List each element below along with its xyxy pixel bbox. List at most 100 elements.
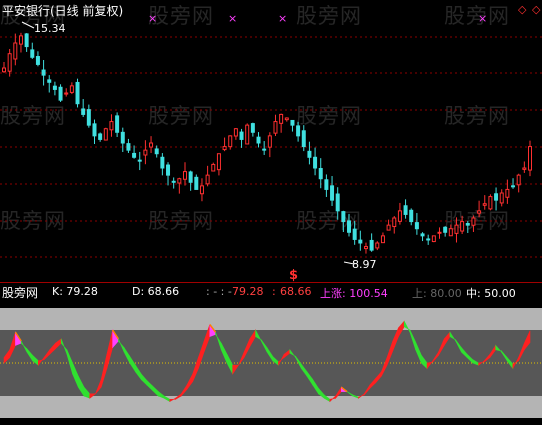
candle-body	[222, 146, 227, 151]
candle-body	[511, 185, 516, 188]
signal-glyph: $	[289, 268, 299, 283]
indicator-header: 股旁网 K: 79.28 D: 68.66 : - : - 79.28 : 68…	[0, 284, 542, 300]
candle-body	[267, 135, 272, 148]
candle-body	[13, 42, 18, 60]
candle-body	[24, 33, 29, 48]
candle-body	[75, 81, 80, 105]
candle-body	[228, 135, 233, 148]
candle-body	[414, 222, 419, 230]
candle-body	[505, 188, 510, 198]
candle-body	[115, 115, 120, 133]
candle-body	[194, 176, 199, 190]
candle-body	[460, 221, 465, 232]
indicator-panel[interactable]	[0, 300, 542, 425]
candle-body	[18, 35, 23, 45]
kd-area-chart[interactable]	[0, 300, 542, 425]
candle-body	[397, 210, 402, 222]
candle-body	[149, 142, 154, 148]
value-1-label: 79.28	[232, 285, 264, 298]
candle-body	[443, 226, 448, 233]
candle-body	[137, 159, 142, 162]
candle-body	[216, 153, 221, 171]
candle-body	[499, 192, 504, 204]
d-value-label: D: 68.66	[132, 285, 180, 298]
marker-cross: ×	[228, 12, 238, 25]
marker-cross: ×	[478, 12, 488, 25]
high-price-label: 15.34	[34, 22, 66, 35]
candle-body	[363, 246, 368, 250]
upper-band	[0, 308, 542, 330]
candle-body	[256, 136, 261, 144]
candle-body	[188, 171, 193, 183]
candle-body	[437, 231, 442, 234]
candle-body	[2, 67, 6, 73]
candle-body	[279, 113, 284, 124]
candle-body	[273, 121, 278, 134]
candle-body	[120, 131, 125, 144]
candle-body	[199, 185, 204, 195]
price-panel[interactable]	[0, 0, 542, 283]
candle-body	[296, 125, 301, 137]
candle-body	[64, 92, 69, 95]
candle-body	[233, 128, 238, 137]
candle-body	[482, 203, 487, 206]
candle-body	[352, 228, 357, 240]
candle-body	[86, 109, 91, 126]
separator-label: :	[272, 285, 276, 298]
candle-body	[358, 239, 363, 244]
candlestick-chart[interactable]	[0, 0, 542, 283]
candle-body	[211, 163, 216, 172]
candle-body	[69, 85, 74, 93]
dots-label: : - : -	[206, 285, 232, 298]
candle-body	[313, 156, 318, 169]
marker-diamond: ◇	[518, 3, 527, 16]
candle-body	[81, 108, 86, 115]
candle-body	[392, 217, 397, 228]
candle-body	[307, 150, 312, 158]
marker-diamond: ◇	[532, 3, 541, 16]
candle-body	[471, 217, 476, 226]
candle-body	[154, 148, 159, 155]
candle-body	[318, 168, 323, 180]
top-line-label: 上: 80.00	[412, 287, 462, 300]
candle-body	[284, 117, 289, 121]
candle-body	[403, 205, 408, 215]
candle-body	[420, 233, 425, 237]
candle-body	[103, 128, 108, 141]
candle-body	[52, 85, 57, 90]
candle-body	[109, 121, 114, 131]
candle-body	[182, 171, 187, 180]
candle-body	[448, 228, 453, 237]
candle-body	[386, 224, 391, 231]
candle-body	[369, 239, 374, 251]
up-label: 上涨: 100.54	[320, 287, 388, 300]
candle-body	[347, 220, 352, 233]
lower-band	[0, 396, 542, 418]
candle-body	[290, 119, 295, 126]
candle-body	[301, 130, 306, 148]
candle-body	[262, 148, 267, 151]
candle-body	[528, 146, 532, 171]
candle-body	[171, 180, 176, 183]
indicator-name: 股旁网	[2, 286, 39, 300]
candle-body	[494, 193, 499, 201]
candle-body	[98, 133, 103, 140]
candle-body	[126, 143, 131, 151]
candle-body	[205, 174, 210, 185]
candle-body	[7, 53, 12, 72]
value-2-label: 68.66	[280, 285, 312, 298]
candle-body	[92, 123, 97, 137]
candle-body	[426, 238, 431, 241]
candle-body	[239, 131, 244, 140]
candle-body	[250, 123, 255, 133]
high-pointer	[21, 21, 35, 29]
k-value-label: K: 79.28	[52, 285, 98, 298]
candle-body	[47, 79, 52, 83]
candle-body	[375, 242, 380, 249]
candle-body	[477, 210, 482, 214]
candle-body	[324, 179, 329, 190]
candle-body	[516, 174, 521, 186]
stock-title: 平安银行(日线 前复权)	[2, 4, 124, 18]
marker-cross: ×	[278, 12, 288, 25]
candle-body	[380, 235, 385, 244]
